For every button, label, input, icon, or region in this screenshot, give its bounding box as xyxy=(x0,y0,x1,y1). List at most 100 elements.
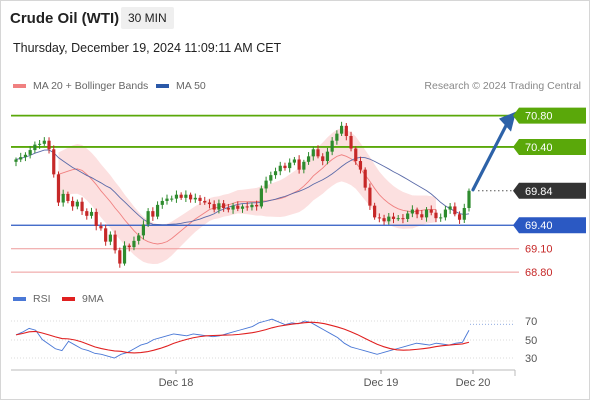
candle-body xyxy=(406,213,410,219)
rsi-tick-label: 50 xyxy=(525,335,537,347)
candle-body xyxy=(269,175,273,181)
candle-body xyxy=(467,190,471,208)
candle-body xyxy=(439,217,443,219)
candle-body xyxy=(184,194,188,198)
candle-body xyxy=(292,159,297,163)
candle-body xyxy=(339,125,344,134)
candle-body xyxy=(174,194,179,199)
level-value: 69.10 xyxy=(525,244,553,256)
candle-body xyxy=(212,204,216,210)
candle-body xyxy=(170,198,174,200)
candle-body xyxy=(23,154,28,158)
candle-body xyxy=(146,211,150,225)
candle-body xyxy=(297,159,301,170)
candle-body xyxy=(457,214,462,220)
candle-body xyxy=(354,148,358,162)
candle-body xyxy=(47,140,51,150)
candle-body xyxy=(330,140,334,152)
candle-body xyxy=(19,157,23,160)
candle-body xyxy=(207,202,212,205)
candle-body xyxy=(311,149,315,157)
candle-body xyxy=(193,197,197,200)
candle-body xyxy=(99,226,103,229)
candle-body xyxy=(434,212,438,219)
candle-body xyxy=(108,234,112,242)
candle-body xyxy=(71,200,75,207)
candle-body xyxy=(424,209,429,218)
candle-body xyxy=(151,211,155,217)
rsi-tick-label: 30 xyxy=(525,353,537,365)
level-label-pivot: 69.40 xyxy=(513,217,586,234)
candle-body xyxy=(453,206,457,215)
candle-body xyxy=(198,197,202,201)
candle-body xyxy=(203,200,207,203)
candle-body xyxy=(264,180,268,189)
candle-body xyxy=(278,165,282,172)
candle-body xyxy=(410,209,414,214)
candle-body xyxy=(415,209,419,215)
candle-body xyxy=(396,218,400,220)
candle-body xyxy=(443,209,448,218)
candle-body xyxy=(231,205,235,210)
candle-body xyxy=(141,224,146,236)
candle-body xyxy=(321,156,325,162)
candle-body xyxy=(368,187,372,206)
candle-body xyxy=(118,250,122,264)
candle-body xyxy=(179,194,183,198)
candle-body xyxy=(222,203,226,208)
candle-body xyxy=(373,205,377,218)
candle-body xyxy=(391,216,396,219)
candle-body xyxy=(236,205,240,209)
candle-body xyxy=(61,193,65,203)
forecast-arrow xyxy=(471,124,508,192)
price-chart[interactable]: 70.80 70.40 69.84 69.40 69.10 68.80 70 50 30 Dec … xyxy=(0,0,590,400)
level-value: 69.84 xyxy=(525,186,553,198)
candle-body xyxy=(240,206,245,209)
candle-body xyxy=(80,201,84,212)
rsi-line xyxy=(15,318,470,359)
candle-body xyxy=(273,171,278,176)
candle-body xyxy=(33,144,37,151)
candle-body xyxy=(448,206,452,210)
candle-body xyxy=(217,203,221,210)
candle-body xyxy=(85,211,89,216)
candle-body xyxy=(363,169,367,188)
candle-body xyxy=(188,194,193,200)
forecast-arrow-head xyxy=(499,111,516,132)
candle-body xyxy=(75,201,79,207)
candle-body xyxy=(160,200,164,205)
candle-body xyxy=(56,174,61,203)
candle-body xyxy=(420,214,424,218)
candle-body xyxy=(316,149,320,157)
candle-body xyxy=(302,161,306,170)
candle-body xyxy=(250,204,254,208)
candle-body xyxy=(127,245,131,248)
candle-body xyxy=(89,211,94,216)
candle-body xyxy=(325,151,330,162)
candle-body xyxy=(429,209,433,213)
candle-body xyxy=(377,217,381,219)
candle-body xyxy=(66,193,70,201)
level-value: 69.40 xyxy=(525,220,553,232)
candle-body xyxy=(165,198,169,201)
candle-body xyxy=(113,234,117,251)
candle-body xyxy=(283,165,287,169)
level-label-support: 68.80 xyxy=(525,267,553,279)
level-label-last: 69.84 xyxy=(513,182,586,199)
candle-body xyxy=(349,136,353,149)
candle-body xyxy=(255,204,259,207)
level-value: 70.40 xyxy=(525,142,553,154)
x-tick-label: Dec 18 xyxy=(159,377,194,389)
level-label-resistance: 70.40 xyxy=(513,138,586,155)
level-label-support: 69.10 xyxy=(525,244,553,256)
candle-body xyxy=(137,235,141,241)
candle-body xyxy=(14,159,18,162)
candle-body xyxy=(245,206,249,208)
rsi-tick-label: 70 xyxy=(525,316,537,328)
rsi-ma-line xyxy=(15,321,470,354)
candle-body xyxy=(306,156,311,162)
candle-body xyxy=(259,188,263,207)
x-tick-label: Dec 19 xyxy=(364,377,399,389)
candle-body xyxy=(358,161,363,170)
candle-body xyxy=(122,245,127,264)
